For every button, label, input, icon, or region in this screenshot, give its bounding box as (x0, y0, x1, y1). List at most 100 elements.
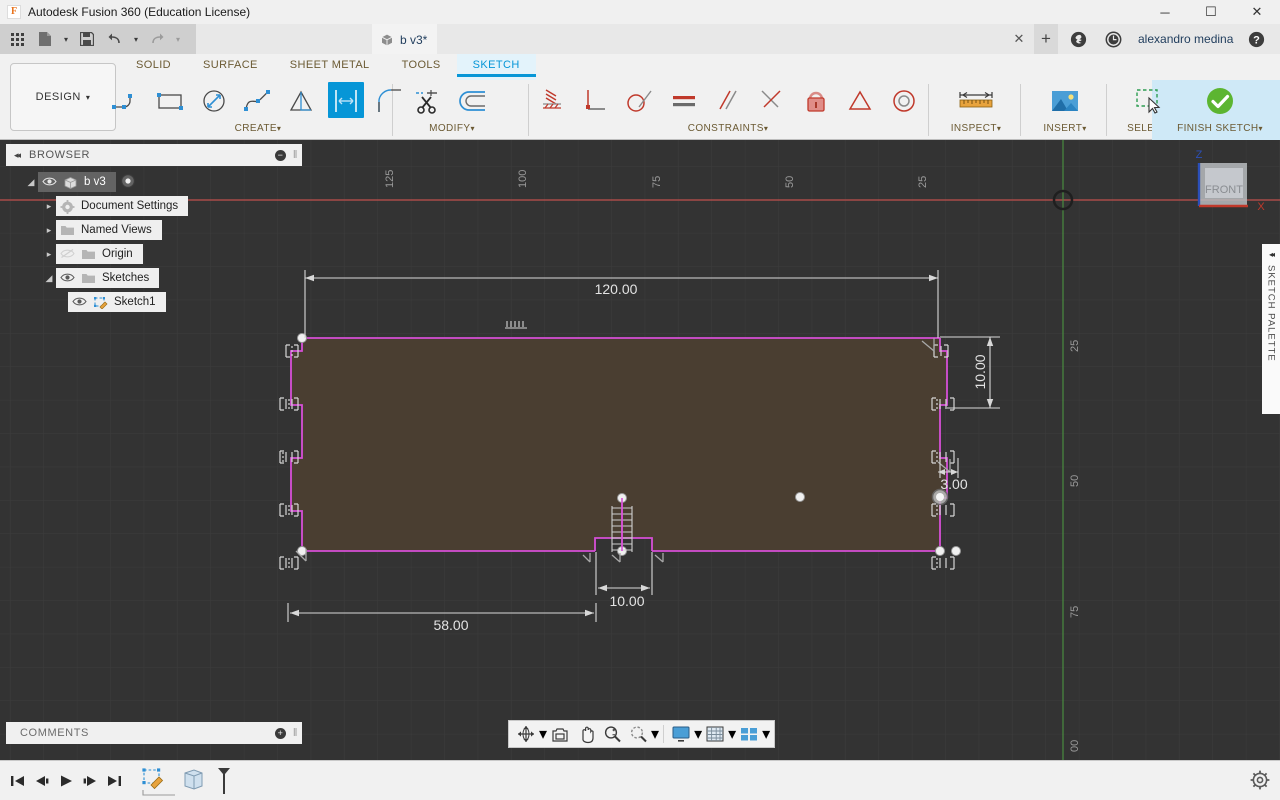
grid-snap-caret-icon[interactable]: ▾ (728, 724, 736, 744)
zoom-window-icon[interactable] (625, 721, 651, 747)
timeline-settings-gear-icon[interactable] (1250, 770, 1270, 795)
browser-collapse-icon[interactable]: ◂◂ (14, 150, 21, 161)
horizontal-vertical-icon[interactable] (794, 80, 838, 122)
rectangle-icon[interactable] (148, 80, 192, 122)
tree-item-root[interactable]: ◢ b v3 (6, 170, 302, 194)
panel-insert-label[interactable]: INSERT▾ (1043, 123, 1086, 134)
add-comment-icon[interactable]: + (275, 727, 286, 739)
symmetry-icon[interactable] (838, 80, 882, 122)
redo-icon[interactable] (144, 27, 170, 51)
panel-finish-sketch[interactable]: FINISH SKETCH▾ (1152, 80, 1280, 140)
display-settings-caret-icon[interactable]: ▾ (694, 724, 702, 744)
orbit-icon[interactable] (513, 721, 539, 747)
finish-sketch-checkmark-icon[interactable] (1198, 80, 1242, 122)
step-forward-icon[interactable] (78, 767, 102, 795)
redo-caret-icon[interactable]: ▾ (172, 27, 184, 51)
save-icon[interactable] (74, 27, 100, 51)
expand-arrow-icon[interactable]: ▸ (42, 249, 56, 260)
user-name-label[interactable]: alexandro medina (1138, 24, 1233, 54)
visibility-eye-icon[interactable] (72, 296, 87, 308)
browser-minimize-icon[interactable]: − (275, 149, 286, 161)
viewports-caret-icon[interactable]: ▾ (762, 724, 770, 744)
tree-chip-sketches[interactable]: Sketches (56, 268, 160, 288)
undo-caret-icon[interactable]: ▾ (130, 27, 142, 51)
grid-snap-icon[interactable] (702, 721, 728, 747)
design-canvas[interactable]: 125 100 75 50 25 25 50 75 00 120.00 10.0… (0, 140, 1280, 760)
visibility-eye-icon[interactable] (42, 176, 57, 188)
help-icon[interactable]: ? (1246, 29, 1266, 49)
tab-tools[interactable]: TOOLS (386, 54, 457, 80)
tangent-icon[interactable] (618, 80, 662, 122)
expand-arrow-icon[interactable]: ▸ (42, 201, 56, 212)
play-icon[interactable] (54, 767, 78, 795)
activate-component-radio[interactable] (120, 173, 136, 192)
insert-image-icon[interactable] (1043, 80, 1087, 122)
coincident-icon[interactable] (750, 80, 794, 122)
visibility-eye-off-icon[interactable] (60, 248, 75, 260)
tab-sheet-metal[interactable]: SHEET METAL (274, 54, 386, 80)
panel-create-label[interactable]: CREATE▾ (235, 123, 282, 134)
concentric-icon[interactable] (882, 80, 926, 122)
tree-chip-named-views[interactable]: Named Views (56, 220, 162, 240)
orbit-caret-icon[interactable]: ▾ (539, 724, 547, 744)
panel-modify-label[interactable]: MODIFY▾ (429, 123, 475, 134)
look-at-icon[interactable] (547, 721, 573, 747)
panel-finish-sketch-label[interactable]: FINISH SKETCH▾ (1177, 123, 1263, 134)
tab-sketch[interactable]: SKETCH (456, 54, 536, 80)
close-button[interactable]: ✕ (1234, 0, 1280, 24)
panel-constraints-label[interactable]: CONSTRAINTS▾ (688, 123, 769, 134)
app-grid-icon[interactable] (4, 27, 30, 51)
step-back-icon[interactable] (30, 767, 54, 795)
zoom-window-caret-icon[interactable]: ▾ (651, 724, 659, 744)
tree-chip-document-settings[interactable]: Document Settings (56, 196, 189, 216)
perpendicular-icon[interactable] (574, 80, 618, 122)
minimize-button[interactable]: ─ (1142, 0, 1188, 24)
expand-arrow-icon[interactable]: ▸ (42, 225, 56, 236)
display-settings-icon[interactable] (668, 721, 694, 747)
tree-item-document-settings[interactable]: ▸ Document Settings (6, 194, 302, 218)
workspace-switcher-button[interactable]: DESIGN ▾ (10, 63, 116, 131)
maximize-button[interactable]: ☐ (1188, 0, 1234, 24)
browser-grip-icon[interactable]: ‖ (293, 149, 298, 161)
zoom-icon[interactable] (599, 721, 625, 747)
tree-item-sketch1[interactable]: Sketch1 (6, 290, 302, 314)
comments-grip-icon[interactable]: ‖ (293, 727, 298, 739)
tree-item-origin[interactable]: ▸ Origin (6, 242, 302, 266)
tree-chip-root[interactable]: b v3 (38, 172, 116, 192)
panel-inspect-label[interactable]: INSPECT▾ (951, 123, 1002, 134)
recent-clock-icon[interactable] (1103, 29, 1123, 49)
new-document-caret-icon[interactable]: ▾ (60, 27, 72, 51)
timeline-marker-icon[interactable] (212, 767, 236, 795)
close-tab-button[interactable]: ✕ (1008, 28, 1030, 50)
parallel-icon[interactable] (706, 80, 750, 122)
rectangular-pattern-icon[interactable] (324, 80, 368, 122)
polygon-icon[interactable] (280, 80, 324, 122)
tab-solid[interactable]: SOLID (120, 54, 187, 80)
viewports-icon[interactable] (736, 721, 762, 747)
document-tab[interactable]: b v3* (372, 24, 438, 54)
undo-icon[interactable] (102, 27, 128, 51)
spline-icon[interactable] (236, 80, 280, 122)
extrude-feature-icon[interactable] (182, 767, 212, 795)
line-icon[interactable] (104, 80, 148, 122)
tree-item-named-views[interactable]: ▸ Named Views (6, 218, 302, 242)
jump-to-beginning-icon[interactable] (6, 767, 30, 795)
new-tab-button[interactable]: + (1034, 24, 1058, 54)
sketch1-feature-icon[interactable] (140, 767, 182, 796)
expand-arrow-icon[interactable]: ◢ (24, 177, 38, 188)
equal-icon[interactable] (662, 80, 706, 122)
circle-icon[interactable] (192, 80, 236, 122)
expand-arrow-icon[interactable]: ◢ (42, 273, 56, 284)
tree-chip-origin[interactable]: Origin (56, 244, 143, 264)
new-document-icon[interactable] (32, 27, 58, 51)
fix-constraint-icon[interactable] (530, 80, 574, 122)
tab-surface[interactable]: SURFACE (187, 54, 274, 80)
comments-panel[interactable]: COMMENTS + ‖ (6, 722, 302, 744)
pan-icon[interactable] (573, 721, 599, 747)
measure-icon[interactable] (954, 80, 998, 122)
tree-item-sketches[interactable]: ◢ Sketches (6, 266, 302, 290)
jump-to-end-icon[interactable] (102, 767, 126, 795)
tree-chip-sketch1[interactable]: Sketch1 (68, 292, 166, 312)
visibility-eye-icon[interactable] (60, 272, 75, 284)
job-status-icon[interactable] (1068, 29, 1088, 49)
